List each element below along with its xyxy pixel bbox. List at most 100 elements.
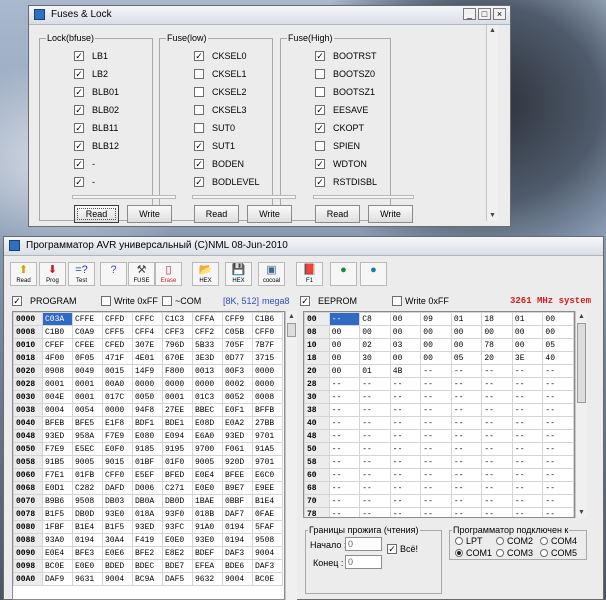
hex-cell[interactable]: CFF5 xyxy=(102,325,133,339)
hex-cell[interactable]: BFEE xyxy=(222,468,253,482)
hex-cell[interactable]: E080 xyxy=(132,429,163,443)
hex-cell[interactable]: -- xyxy=(481,416,513,430)
hex-cell[interactable]: -- xyxy=(450,364,483,378)
eeprom-hex-grid[interactable]: 00 -- C8 00 09 01 18 01 00 08 00 00 00 00 00 00 00 00 10 00… xyxy=(303,311,575,518)
hex-cell[interactable]: BDE7 xyxy=(162,559,193,573)
hex-cell[interactable]: 0013 xyxy=(192,364,223,378)
hex-cell[interactable]: -- xyxy=(328,494,361,508)
hex-cell[interactable]: 01 xyxy=(511,312,544,326)
flash-scroll-thumb[interactable] xyxy=(287,323,296,337)
hex-cell[interactable]: 0000 xyxy=(252,377,283,391)
hex-cell[interactable]: 93FC xyxy=(162,520,193,534)
hex-cell[interactable]: -- xyxy=(389,403,422,417)
hex-cell[interactable]: CFFD xyxy=(102,312,133,326)
hex-cell[interactable]: CFEF xyxy=(42,338,73,352)
hex-cell[interactable]: BFFB xyxy=(252,403,283,417)
hex-cell[interactable]: 9701 xyxy=(252,429,283,443)
toolbar-button-hex[interactable]: 📂 HEX xyxy=(192,262,219,286)
hex-cell[interactable]: 0001 xyxy=(42,377,73,391)
read-button[interactable]: Read xyxy=(194,205,239,223)
hex-cell[interactable]: E6C0 xyxy=(252,468,283,482)
hex-cell[interactable]: E6A0 xyxy=(192,429,223,443)
hex-cell[interactable]: E5EF xyxy=(132,468,163,482)
hex-cell[interactable]: CFF4 xyxy=(132,325,163,339)
hex-cell[interactable]: 02 xyxy=(359,338,391,352)
hex-cell[interactable]: 796D xyxy=(162,338,193,352)
hex-cell[interactable]: DB0A xyxy=(132,494,163,508)
hex-cell[interactable]: F800 xyxy=(162,364,193,378)
hex-cell[interactable]: -- xyxy=(511,403,544,417)
hex-cell[interactable]: 0050 xyxy=(132,390,163,404)
hex-cell[interactable]: 4B xyxy=(389,364,422,378)
maximize-icon[interactable]: □ xyxy=(478,8,491,20)
hex-cell[interactable]: 0BBF xyxy=(222,494,253,508)
toolbar-button-erase[interactable]: ▯ Erase xyxy=(155,262,182,286)
hex-cell[interactable]: 471F xyxy=(102,351,133,365)
hex-cell[interactable]: E0E6 xyxy=(102,546,133,560)
hex-cell[interactable]: 27EE xyxy=(162,403,193,417)
hex-cell[interactable]: BC0E xyxy=(252,572,283,586)
hex-cell[interactable]: -- xyxy=(359,481,391,495)
write-button[interactable]: Write xyxy=(247,205,292,223)
hex-cell[interactable]: E5EC xyxy=(72,442,103,456)
hex-cell[interactable]: -- xyxy=(542,481,574,495)
hex-cell[interactable]: E08D xyxy=(192,416,223,430)
hex-cell[interactable]: -- xyxy=(511,481,544,495)
hex-cell[interactable]: 0D77 xyxy=(222,351,253,365)
hex-cell[interactable]: 0001 xyxy=(72,377,103,391)
hex-cell[interactable]: C03A xyxy=(42,312,73,326)
hex-cell[interactable]: 920D xyxy=(222,455,253,469)
hex-cell[interactable]: -- xyxy=(511,494,544,508)
hex-cell[interactable]: -- xyxy=(389,455,422,469)
hex-cell[interactable]: 93ED xyxy=(132,520,163,534)
hex-cell[interactable]: DAF5 xyxy=(162,572,193,586)
hex-cell[interactable]: 0001 xyxy=(72,390,103,404)
hex-cell[interactable]: C271 xyxy=(162,481,193,495)
hex-cell[interactable]: D006 xyxy=(132,481,163,495)
toolbar-button-read[interactable]: ⬆ Read xyxy=(10,262,37,286)
hex-cell[interactable]: -- xyxy=(420,429,452,443)
hex-cell[interactable]: DB0D xyxy=(72,507,103,521)
hex-cell[interactable]: 0052 xyxy=(222,390,253,404)
hex-cell[interactable]: 30A4 xyxy=(102,533,133,547)
hex-cell[interactable]: 00A0 xyxy=(102,377,133,391)
hex-cell[interactable]: 0001 xyxy=(162,390,193,404)
range-end-input[interactable]: 0 xyxy=(345,555,382,569)
hex-cell[interactable]: -- xyxy=(328,390,361,404)
hex-cell[interactable]: -- xyxy=(481,455,513,469)
hex-cell[interactable]: -- xyxy=(328,377,361,391)
hex-cell[interactable]: DAF3 xyxy=(222,546,253,560)
hex-cell[interactable]: 30 xyxy=(359,351,391,365)
hex-cell[interactable]: 0FAE xyxy=(252,507,283,521)
hex-cell[interactable]: 01BF xyxy=(132,455,163,469)
toolbar-button-help[interactable]: ? xyxy=(100,262,127,286)
hex-cell[interactable]: 9195 xyxy=(162,442,193,456)
hex-cell[interactable]: -- xyxy=(511,442,544,456)
hex-cell[interactable]: -- xyxy=(481,507,513,517)
hex-cell[interactable]: -- xyxy=(420,455,452,469)
hex-cell[interactable]: 00 xyxy=(511,338,544,352)
hex-cell[interactable]: -- xyxy=(359,429,391,443)
hex-cell[interactable]: F7E9 xyxy=(42,442,73,456)
hex-cell[interactable]: 00 xyxy=(481,325,513,339)
toolbar-button-fuse[interactable]: ⚒ FUSE xyxy=(128,262,155,286)
hex-cell[interactable]: 0194 xyxy=(72,533,103,547)
hex-cell[interactable]: 93E0 xyxy=(102,507,133,521)
hex-cell[interactable]: BC0E xyxy=(42,559,73,573)
hex-cell[interactable]: -- xyxy=(359,390,391,404)
hex-cell[interactable]: -- xyxy=(328,481,361,495)
hex-cell[interactable]: -- xyxy=(359,494,391,508)
hex-cell[interactable]: CFEE xyxy=(72,338,103,352)
hex-cell[interactable]: B1F5 xyxy=(102,520,133,534)
programmer-window-titlebar[interactable]: Программатор AVR универсальный (C)NML 08… xyxy=(4,237,603,256)
hex-cell[interactable]: 0054 xyxy=(72,403,103,417)
hex-cell[interactable]: -- xyxy=(542,455,574,469)
hex-cell[interactable]: 09 xyxy=(420,312,452,326)
hex-cell[interactable]: -- xyxy=(511,468,544,482)
hex-cell[interactable]: E0F0 xyxy=(102,442,133,456)
hex-cell[interactable]: -- xyxy=(420,377,452,391)
hex-cell[interactable]: -- xyxy=(481,468,513,482)
flash-scrollbar[interactable]: ▲ xyxy=(285,311,297,600)
toolbar-button-stamp2[interactable]: ● xyxy=(360,262,387,286)
hex-cell[interactable]: B1E4 xyxy=(72,520,103,534)
